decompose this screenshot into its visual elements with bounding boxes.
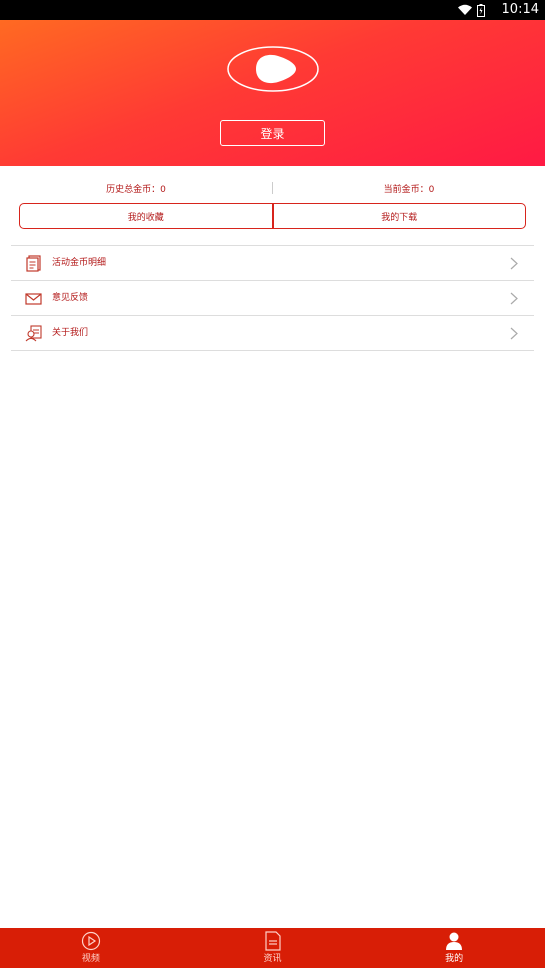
menu-item-label: 活动金币明细 xyxy=(52,258,107,268)
profile-header: 登录 xyxy=(0,20,545,166)
user-icon xyxy=(446,932,463,950)
news-document-icon xyxy=(264,931,281,951)
person-card-icon xyxy=(25,325,42,342)
menu-item-label: 关于我们 xyxy=(52,328,89,338)
chevron-right-icon xyxy=(510,257,518,270)
menu-item-coin-details[interactable]: 活动金币明细 xyxy=(11,246,534,281)
history-total-coins: 历史总金币：0 xyxy=(106,184,166,195)
bottom-tab-bar: 视频 资讯 我的 xyxy=(0,928,545,968)
status-time: 10:14 xyxy=(501,2,539,17)
menu-item-feedback[interactable]: 意见反馈 xyxy=(11,281,534,316)
tab-label: 资讯 xyxy=(263,954,282,964)
coin-summary: 历史总金币：0 当前金币：0 xyxy=(0,178,545,198)
status-bar: 10:14 xyxy=(0,0,545,20)
chevron-right-icon xyxy=(510,327,518,340)
menu-item-label: 意见反馈 xyxy=(52,293,89,303)
status-icons xyxy=(457,3,485,17)
collection-download-tabs: 我的收藏 我的下载 xyxy=(19,203,526,229)
tab-label: 视频 xyxy=(81,954,100,964)
wifi-icon xyxy=(458,4,472,15)
menu-item-about-us[interactable]: 关于我们 xyxy=(11,316,534,351)
play-logo-icon xyxy=(227,46,319,92)
current-coins: 当前金币：0 xyxy=(383,184,435,195)
chevron-right-icon xyxy=(510,292,518,305)
envelope-icon xyxy=(25,293,42,305)
tab-my-favorites[interactable]: 我的收藏 xyxy=(20,204,274,228)
login-button[interactable]: 登录 xyxy=(220,120,325,146)
tab-mine[interactable]: 我的 xyxy=(363,928,545,968)
settings-menu: 活动金币明细 意见反馈 关于我们 xyxy=(11,245,534,351)
tab-news[interactable]: 资讯 xyxy=(182,928,364,968)
document-icon xyxy=(26,255,41,272)
tab-video[interactable]: 视频 xyxy=(0,928,182,968)
battery-icon xyxy=(477,3,485,17)
tab-my-downloads[interactable]: 我的下载 xyxy=(274,204,526,228)
play-circle-icon xyxy=(81,931,100,951)
tab-label: 我的 xyxy=(445,954,464,964)
